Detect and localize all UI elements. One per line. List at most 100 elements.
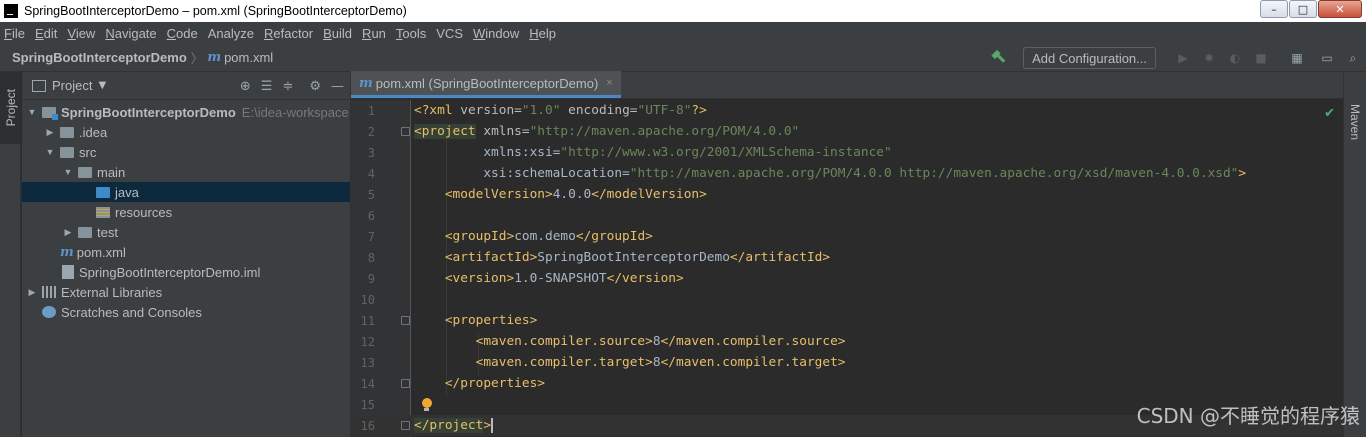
tree-item[interactable]: ▶ test [22,222,350,242]
code-line: 3 xmlns:xsi="http://www.w3.org/2001/XMLS… [351,142,1343,163]
title-bar: SpringBootInterceptorDemo – pom.xml (Spr… [0,0,1366,22]
fold-marker-icon[interactable] [401,127,410,136]
chevron-down-icon[interactable]: ▼ [62,167,74,177]
project-view-icon [32,79,46,92]
tab-pom-xml[interactable]: m pom.xml (SpringBootInterceptorDemo) × [351,71,621,98]
project-panel: Project ▼ ⊕ ☰ ≑ ⚙ — ▼ SpringBootIntercept… [22,72,351,437]
maven-file-icon: m [359,75,373,91]
tree-item-label: resources [115,204,173,220]
project-panel-tools: ⊕ ☰ ≑ ⚙ — [240,72,344,100]
breadcrumb-file[interactable]: pom.xml [224,50,273,65]
line-number: 5 [367,187,375,202]
debug-icon[interactable]: ✹ [1202,51,1216,65]
module-folder-icon [42,106,58,120]
window-controls: – □ ✕ [1260,0,1362,20]
menu-run[interactable]: Run [362,26,386,41]
tree-item[interactable]: Scratches and Consoles [22,302,350,322]
maximize-button[interactable]: □ [1289,0,1317,18]
iml-file-icon [62,265,74,279]
tree-item[interactable]: ▶ .idea [22,122,350,142]
line-number: 4 [367,166,375,181]
menu-edit[interactable]: Edit [35,26,57,41]
code-text: <project xmlns="http://maven.apache.org/… [414,124,800,139]
editor-tab-bar: m pom.xml (SpringBootInterceptorDemo) × [351,71,1343,99]
stop-icon[interactable]: ■ [1254,51,1268,65]
tree-item-label: test [97,224,118,240]
project-tool-tab[interactable]: Project [0,72,21,144]
code-line: 2 <project xmlns="http://maven.apache.org… [351,121,1343,142]
line-number: 11 [360,313,375,328]
tree-item-label: pom.xml [76,244,126,260]
collapse-all-icon[interactable]: ≑ [282,79,293,94]
tree-item[interactable]: ▼ src [22,142,350,162]
line-number: 8 [367,250,375,265]
code-text: xsi:schemaLocation="http://maven.apache.… [483,166,1247,181]
run-icon[interactable]: ▶ [1176,51,1190,65]
code-text: xmlns:xsi="http://www.w3.org/2001/XMLSch… [483,145,892,160]
expand-all-icon[interactable]: ☰ [261,79,273,94]
menu-analyze[interactable]: Analyze [208,26,254,41]
chevron-down-icon[interactable]: ▼ [26,107,38,117]
line-number: 3 [367,145,375,160]
folder-icon [60,146,74,158]
hide-panel-icon[interactable]: — [331,79,344,94]
build-hammer-icon[interactable] [991,50,1007,66]
tree-item[interactable]: ▼ main [22,162,350,182]
libraries-icon [42,286,56,298]
fold-marker-icon[interactable] [401,379,410,388]
text-caret [491,418,493,433]
add-configuration-button[interactable]: Add Configuration... [1023,47,1156,69]
locate-target-icon[interactable]: ⊕ [240,79,251,94]
coverage-icon[interactable]: ◐ [1228,51,1242,65]
navigation-bar: SpringBootInterceptorDemo 〉 m pom.xml Ad… [0,44,1366,72]
tab-close-icon[interactable]: × [606,77,612,89]
fold-marker-icon[interactable] [401,316,410,325]
search-icon[interactable]: ⌕ [1346,51,1360,65]
menu-code[interactable]: Code [167,26,198,41]
menu-help[interactable]: Help [529,26,556,41]
chevron-right-icon[interactable]: ▶ [62,227,74,238]
code-text: <modelVersion>4.0.0</modelVersion> [444,187,707,202]
terminal-icon[interactable]: ▭ [1320,51,1334,65]
menu-vcs[interactable]: VCS [436,26,463,41]
minimize-button[interactable]: – [1260,0,1288,18]
tree-item[interactable]: m pom.xml [22,242,350,262]
line-number: 15 [360,397,375,412]
intention-bulb-icon[interactable] [421,398,432,411]
breadcrumb-separator: 〉 [190,51,204,66]
menu-navigate[interactable]: Navigate [105,26,156,41]
tree-item[interactable]: resources [22,202,350,222]
gear-icon[interactable]: ⚙ [309,79,321,94]
tree-item-label: SpringBootInterceptorDemo.iml [79,264,261,280]
project-panel-title[interactable]: Project [52,78,92,93]
code-text: <?xml version="1.0" encoding="UTF-8"?> [414,103,707,118]
tree-item[interactable]: java [22,182,350,202]
chevron-right-icon[interactable]: ▶ [44,127,56,138]
code-line: 1 <?xml version="1.0" encoding="UTF-8"?> [351,100,1343,121]
menu-tools[interactable]: Tools [396,26,426,41]
menu-build[interactable]: Build [323,26,352,41]
maven-tool-tab[interactable]: Maven [1344,92,1366,152]
chevron-down-icon[interactable]: ▼ [98,80,106,91]
tree-item[interactable]: SpringBootInterceptorDemo.iml [22,262,350,282]
editor: m pom.xml (SpringBootInterceptorDemo) × … [351,71,1343,437]
tree-item-label: SpringBootInterceptorDemo [61,104,236,120]
tree-item[interactable]: ▶ External Libraries [22,282,350,302]
breadcrumb-project[interactable]: SpringBootInterceptorDemo [12,50,187,65]
fold-marker-icon[interactable] [401,421,410,430]
tree-item-label: main [97,164,126,180]
chevron-down-icon[interactable]: ▼ [44,147,56,157]
watermark: CSDN @不睡觉的程序猿 [1136,404,1360,428]
project-structure-icon[interactable]: ▦ [1290,51,1304,65]
code-area[interactable]: ✔ 1 <?xml version="1.0" encoding="UTF-8"?… [351,100,1343,437]
code-line: 13 <maven.compiler.target>8</maven.compi… [351,352,1343,373]
menu-file[interactable]: File [4,26,25,41]
menu-view[interactable]: View [67,26,95,41]
menu-window[interactable]: Window [473,26,519,41]
maven-tool-tab-label: Maven [1348,103,1362,141]
menu-refactor[interactable]: Refactor [264,26,313,41]
close-button[interactable]: ✕ [1318,0,1362,18]
folder-icon [78,166,92,178]
chevron-right-icon[interactable]: ▶ [26,287,38,298]
tree-item[interactable]: ▼ SpringBootInterceptorDemo E:\idea-worksp… [22,102,350,122]
